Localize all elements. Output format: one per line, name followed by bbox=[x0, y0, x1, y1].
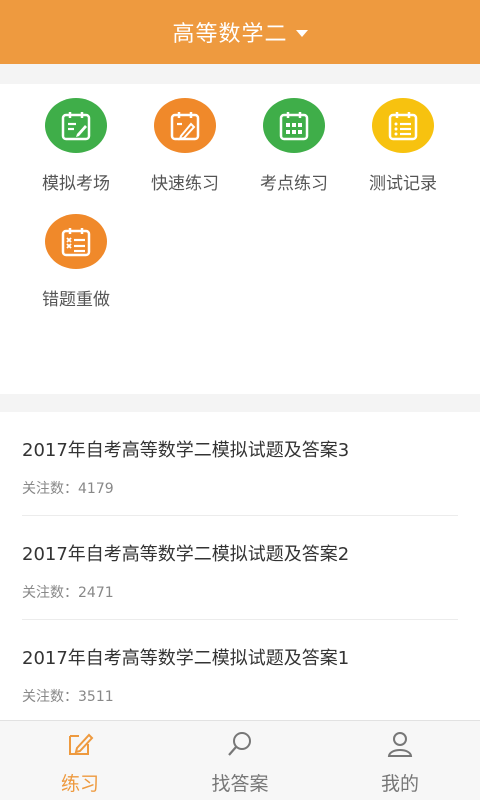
calendar-edit-icon bbox=[45, 98, 107, 153]
function-grid: 模拟考场 快速练习 考点练习 测试记录 错题重做 bbox=[0, 84, 480, 394]
app-header: 高等数学二 bbox=[0, 0, 480, 64]
quick-practice-item[interactable]: 快速练习 bbox=[125, 84, 245, 194]
list-item-count: 关注数：4179 bbox=[22, 481, 114, 497]
list-item[interactable]: 2017年自考高等数学二模拟试题及答案1 关注数：3511 bbox=[22, 620, 458, 720]
list-item-title: 2017年自考高等数学二模拟试题及答案1 bbox=[22, 648, 350, 669]
quick-practice-label: 快速练习 bbox=[151, 174, 219, 194]
test-record-item[interactable]: 测试记录 bbox=[343, 84, 463, 194]
list-item[interactable]: 2017年自考高等数学二模拟试题及答案3 关注数：4179 bbox=[22, 412, 458, 516]
mock-exam-item[interactable]: 模拟考场 bbox=[16, 84, 136, 194]
calendar-grid-icon bbox=[263, 98, 325, 153]
tab-mine[interactable]: 我的 bbox=[320, 721, 480, 800]
tab-find-answer[interactable]: 找答案 bbox=[160, 721, 320, 800]
exam-list: 2017年自考高等数学二模拟试题及答案3 关注数：4179 2017年自考高等数… bbox=[0, 412, 480, 720]
bottom-tab-bar: 练习 找答案 我的 bbox=[0, 720, 480, 800]
tab-practice[interactable]: 练习 bbox=[0, 721, 160, 800]
list-item-count: 关注数：2471 bbox=[22, 585, 114, 601]
topic-practice-label: 考点练习 bbox=[260, 174, 328, 194]
tab-practice-label: 练习 bbox=[60, 773, 99, 795]
edit-icon bbox=[69, 733, 94, 755]
tab-mine-label: 我的 bbox=[380, 773, 419, 795]
calendar-pencil-icon bbox=[154, 98, 216, 153]
list-item-title: 2017年自考高等数学二模拟试题及答案3 bbox=[22, 440, 350, 461]
tab-find-answer-label: 找答案 bbox=[211, 773, 269, 795]
list-item[interactable]: 2017年自考高等数学二模拟试题及答案2 关注数：2471 bbox=[22, 516, 458, 620]
search-icon bbox=[228, 732, 251, 756]
user-icon bbox=[387, 732, 413, 757]
list-item-title: 2017年自考高等数学二模拟试题及答案2 bbox=[22, 544, 350, 565]
wrong-redo-item[interactable]: 错题重做 bbox=[16, 200, 136, 310]
wrong-redo-label: 错题重做 bbox=[42, 290, 110, 310]
calendar-wrong-list-icon bbox=[45, 214, 107, 269]
list-item-count: 关注数：3511 bbox=[22, 689, 114, 705]
test-record-label: 测试记录 bbox=[369, 174, 437, 194]
subject-title[interactable]: 高等数学二 bbox=[172, 16, 287, 48]
topic-practice-item[interactable]: 考点练习 bbox=[234, 84, 354, 194]
caret-down-icon[interactable] bbox=[295, 29, 308, 37]
mock-exam-label: 模拟考场 bbox=[42, 174, 110, 194]
calendar-list-icon bbox=[372, 98, 434, 153]
